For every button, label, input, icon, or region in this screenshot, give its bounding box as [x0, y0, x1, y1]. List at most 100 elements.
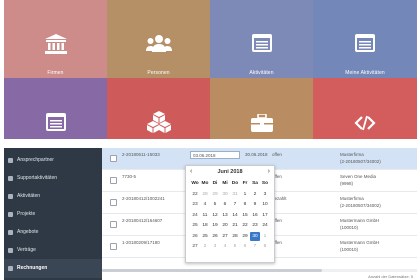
sidebar-item-vertraege[interactable]: Verträge	[4, 241, 102, 260]
tile-label: Firmen	[47, 70, 64, 76]
sidebar-item-ansprechpartner[interactable]: Ansprechpartner	[4, 151, 102, 170]
code-icon	[354, 114, 376, 137]
tile-projekte[interactable]	[210, 78, 313, 139]
sidebar-item-supportaktivitaeten[interactable]: Supportaktivitäten	[4, 169, 102, 188]
day-cell-selected[interactable]: 30	[250, 231, 260, 241]
day-cell[interactable]: 5	[230, 242, 240, 251]
day-cell[interactable]: 24	[260, 221, 270, 230]
day-cell[interactable]: 7	[250, 242, 260, 251]
boxes-icon	[146, 111, 171, 138]
company: Musterfirma	[340, 196, 364, 201]
day-cell[interactable]: 28	[230, 232, 240, 241]
invoice-number: 2-20180412/164607	[122, 218, 163, 223]
window-icon	[355, 34, 375, 57]
list-icon	[8, 230, 13, 235]
week-number: 26	[192, 233, 198, 239]
company: Seven One Media	[340, 174, 377, 179]
row-checkbox[interactable]	[110, 155, 117, 162]
day-cell[interactable]: 2	[250, 190, 260, 199]
day-cell[interactable]: 6	[220, 200, 230, 209]
day-cell[interactable]: 25	[200, 232, 210, 241]
day-cell[interactable]: 17	[260, 211, 270, 220]
bank-icon	[44, 34, 67, 59]
weekday-header: So	[261, 181, 269, 186]
next-month-button[interactable]: ›	[268, 168, 270, 175]
scrollbar-thumb[interactable]	[102, 269, 322, 272]
tile-personen[interactable]: Personen	[107, 0, 210, 78]
tile-einstellungen[interactable]	[313, 78, 417, 139]
day-cell[interactable]: 9	[250, 200, 260, 209]
day-cell[interactable]: 13	[220, 211, 230, 220]
row-checkbox[interactable]	[110, 177, 117, 184]
tile-label: Personen	[147, 70, 170, 76]
sidebar-item-aktivitaeten[interactable]: Aktivitäten	[4, 187, 102, 206]
window-icon	[8, 194, 13, 199]
day-cell[interactable]: 5	[210, 200, 220, 209]
tile-meine-aktivitaeten[interactable]: Meine Aktivitäten	[313, 0, 417, 78]
day-cell[interactable]: 30	[220, 190, 230, 199]
tile-angebote[interactable]	[4, 78, 107, 139]
sidebar-item-label: Projekte	[17, 211, 36, 217]
day-cell[interactable]: 11	[200, 211, 210, 220]
day-cell[interactable]: 7	[230, 200, 240, 209]
day-cell[interactable]: 31	[230, 190, 240, 199]
sidebar-item-label: Ansprechpartner	[17, 157, 54, 163]
invoice-icon	[8, 266, 13, 271]
day-cell[interactable]: 29	[240, 232, 250, 241]
tile-firmen[interactable]: Firmen	[4, 0, 107, 78]
day-cell[interactable]: 29	[210, 190, 220, 199]
day-cell[interactable]: 23	[250, 221, 260, 230]
day-cell[interactable]: 12	[210, 211, 220, 220]
day-cell[interactable]: 26	[210, 232, 220, 241]
day-cell[interactable]: 19	[210, 221, 220, 230]
company: Musterfirma	[340, 152, 364, 157]
record-count: Anzahl der Datensätze: 5	[368, 274, 413, 279]
sidebar-item-label: Aktivitäten	[17, 193, 41, 199]
sidebar-item-angebote[interactable]: Angebote	[4, 223, 102, 242]
briefcase-icon	[8, 212, 13, 217]
day-cell[interactable]: 8	[260, 242, 270, 251]
day-cell[interactable]: 2	[200, 242, 210, 251]
month-title[interactable]: Juni 2018	[186, 169, 274, 175]
company-id: (100010)	[340, 247, 359, 252]
invoice-number: 2-20180412/1002241	[122, 196, 165, 201]
day-cell[interactable]: 1	[260, 232, 270, 241]
day-cell[interactable]: 18	[200, 221, 210, 230]
day-cell[interactable]: 22	[240, 221, 250, 230]
day-cell[interactable]: 16	[250, 211, 260, 220]
day-cell[interactable]: 3	[210, 242, 220, 251]
tile-label: Aktivitäten	[249, 70, 274, 76]
datepicker: ‹ Juni 2018 › Wo Mo Di Mi Do Fr Sa So 22 28 29 30 31…	[185, 165, 275, 263]
row-checkbox[interactable]	[110, 243, 117, 250]
date-to: 30.06.2018	[245, 152, 268, 157]
day-cell[interactable]: 8	[240, 200, 250, 209]
date-from-input[interactable]: 03.06.2018	[190, 151, 240, 159]
day-cell[interactable]: 21	[230, 221, 240, 230]
day-cell[interactable]: 28	[200, 190, 210, 199]
day-cell[interactable]: 6	[240, 242, 250, 251]
day-cell[interactable]: 3	[260, 190, 270, 199]
briefcase-icon	[250, 113, 273, 137]
invoice-number: 2-20180611-15033	[122, 152, 160, 157]
sidebar-item-projekte[interactable]: Projekte	[4, 205, 102, 224]
day-cell[interactable]: 27	[220, 232, 230, 241]
week-number: 24	[192, 212, 198, 218]
week-number: 27	[192, 244, 198, 249]
day-cell[interactable]: 4	[200, 200, 210, 209]
day-cell[interactable]: 10	[260, 200, 270, 209]
people-icon	[145, 34, 172, 59]
day-cell[interactable]: 14	[230, 211, 240, 220]
row-checkbox[interactable]	[110, 199, 117, 206]
horizontal-scrollbar[interactable]	[102, 269, 417, 272]
weekday-header: Mo	[201, 181, 209, 186]
week-number: 23	[192, 202, 198, 207]
day-cell[interactable]: 4	[220, 242, 230, 251]
tile-aktivitaeten[interactable]: Aktivitäten	[210, 0, 313, 78]
day-cell[interactable]: 15	[240, 211, 250, 220]
row-checkbox[interactable]	[110, 221, 117, 228]
sidebar-item-rechnungen[interactable]: Rechnungen	[4, 259, 102, 278]
day-cell[interactable]: 1	[240, 190, 250, 199]
day-cell[interactable]: 20	[220, 221, 230, 230]
tile-produkte[interactable]	[107, 78, 210, 139]
company-id: (2-20180507/34002)	[340, 203, 381, 208]
